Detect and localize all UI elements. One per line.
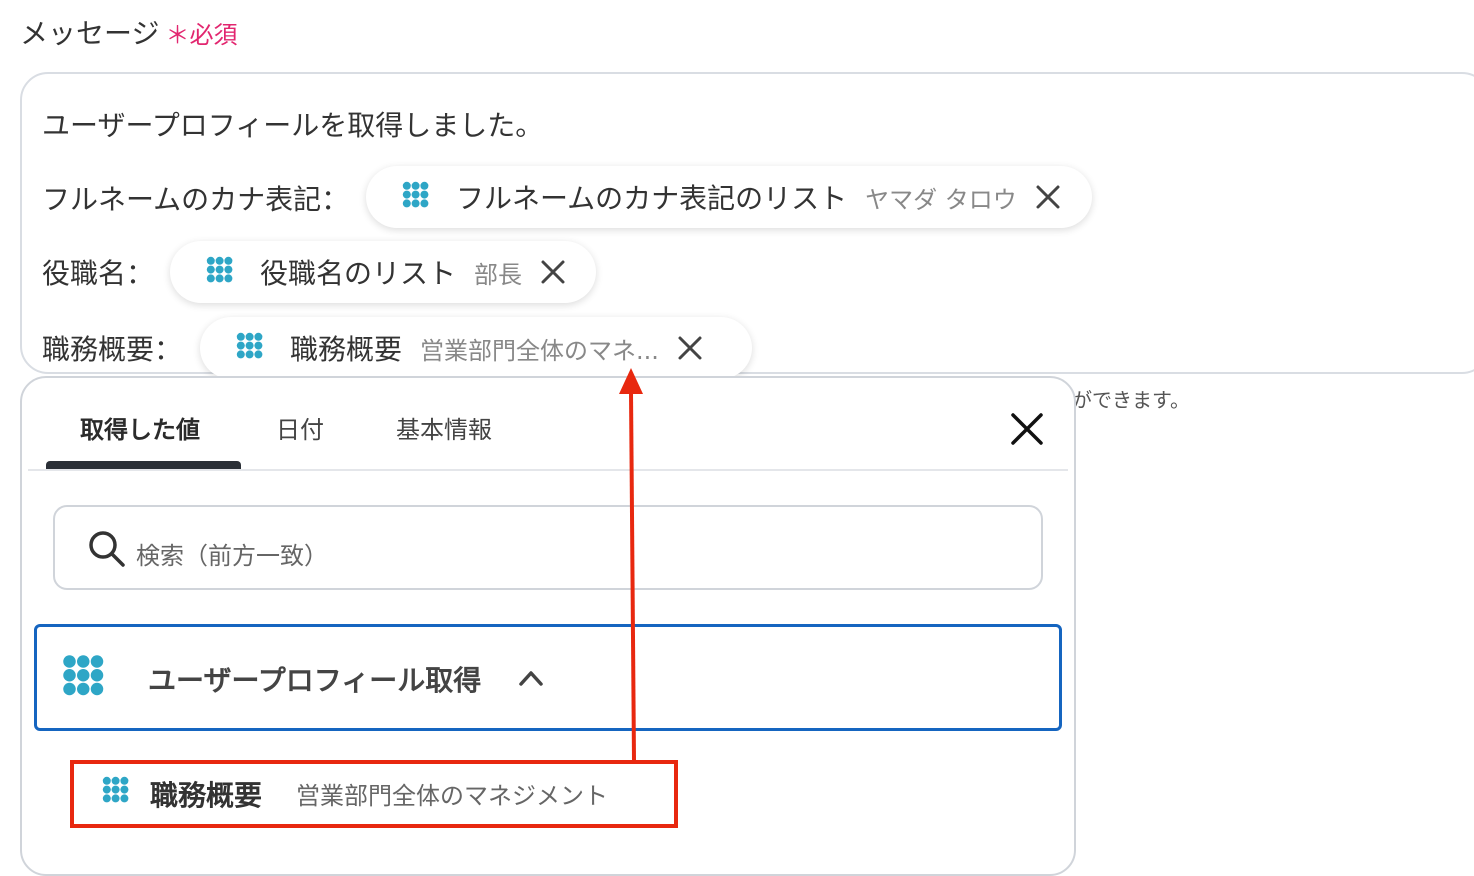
row-label-kana: フルネームのカナ表記：: [42, 183, 350, 216]
item-name: 職務概要: [150, 779, 263, 812]
grid-dots-icon: [62, 654, 112, 704]
token-job-summary[interactable]: 職務概要 営業部門全体のマネ...: [200, 317, 752, 379]
message-field-label: メッセージ ＊必須: [20, 12, 237, 52]
grid-dots-icon: [402, 181, 434, 213]
search-icon: [89, 531, 125, 567]
item-value: 営業部門全体のマネジメント: [296, 782, 608, 810]
message-intro-text: ユーザープロフィールを取得しました。: [42, 109, 544, 142]
grid-dots-icon: [206, 256, 238, 288]
row-label-title: 役職名：: [42, 257, 155, 290]
tab-basic-info[interactable]: 基本情報: [396, 410, 492, 445]
remove-token-icon[interactable]: [540, 259, 566, 285]
active-tab-indicator: [46, 461, 241, 469]
token-name: 役職名のリスト: [260, 257, 457, 290]
token-kana-name[interactable]: フルネームのカナ表記のリスト ヤマダ タロウ: [366, 166, 1092, 228]
search-placeholder: 検索（前方一致）: [136, 542, 328, 570]
token-name: 職務概要: [290, 333, 403, 366]
help-text-fragment: ができます。: [1072, 388, 1190, 412]
remove-token-icon[interactable]: [677, 335, 703, 361]
tab-date[interactable]: 日付: [276, 410, 324, 445]
tab-acquired-values[interactable]: 取得した値: [80, 410, 200, 445]
required-badge: ＊必須: [165, 21, 238, 49]
token-job-title[interactable]: 役職名のリスト 部長: [170, 241, 596, 303]
chevron-up-icon[interactable]: [518, 668, 544, 688]
token-value: 部長: [474, 260, 523, 289]
tab-divider: [28, 469, 1068, 471]
grid-dots-icon: [236, 332, 268, 364]
token-name: フルネームのカナ表記のリスト: [456, 182, 848, 215]
token-value: ヤマダ タロウ: [865, 185, 1017, 214]
token-value: 営業部門全体のマネ...: [420, 336, 659, 365]
field-label-text: メッセージ: [20, 17, 160, 50]
group-title: ユーザープロフィール取得: [148, 664, 482, 697]
grid-dots-icon: [102, 776, 134, 808]
row-label-duties: 職務概要：: [42, 333, 183, 366]
close-icon[interactable]: [1010, 412, 1044, 446]
remove-token-icon[interactable]: [1035, 184, 1061, 210]
